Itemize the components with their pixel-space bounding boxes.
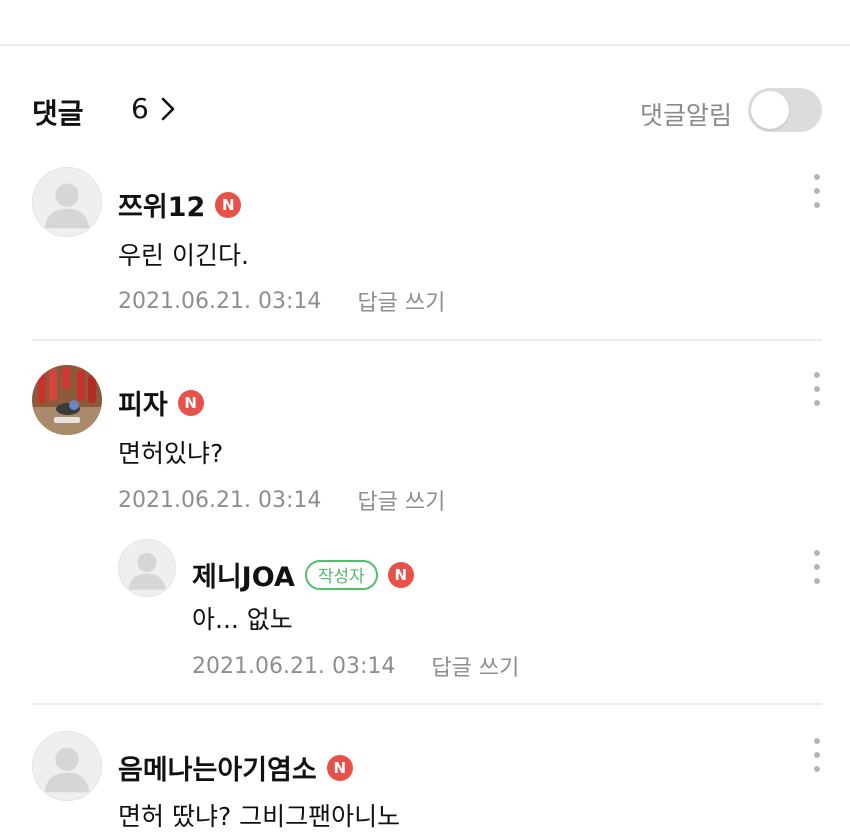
avatar[interactable] <box>32 167 102 237</box>
reply-text: 아... 없노 <box>192 605 293 634</box>
more-options-icon[interactable] <box>805 171 829 211</box>
chevron-right-icon[interactable] <box>160 96 176 122</box>
reply-header: 제니JOA 작성자 N <box>192 555 414 594</box>
top-divider <box>0 44 850 46</box>
comments-count[interactable]: 6 <box>131 92 149 125</box>
reply-date: 2021.06.21. 03:14 <box>192 653 396 679</box>
comment-header: 쯔위12 N <box>118 185 242 224</box>
nickname[interactable]: 쯔위12 <box>118 185 205 224</box>
profile-photo <box>32 365 102 435</box>
comments-title[interactable]: 댓글 <box>32 92 84 132</box>
comment-header: 음메나는아기염소 N <box>118 748 353 787</box>
comment-divider <box>32 703 822 705</box>
more-options-icon[interactable] <box>805 369 829 409</box>
nickname[interactable]: 음메나는아기염소 <box>118 748 317 787</box>
comments-header: 댓글 6 댓글알림 <box>32 88 822 134</box>
comment-meta: 2021.06.21. 03:14 답글 쓰기 <box>118 484 445 516</box>
default-avatar-icon <box>119 540 175 596</box>
reply-button[interactable]: 답글 쓰기 <box>357 484 445 516</box>
comment-text: 우린 이긴다. <box>118 241 249 270</box>
nickname[interactable]: 제니JOA <box>192 555 295 594</box>
reply-button[interactable]: 답글 쓰기 <box>431 650 519 682</box>
new-badge: N <box>326 754 353 781</box>
default-avatar-icon <box>33 168 101 236</box>
comment-alarm-label: 댓글알림 <box>639 101 732 130</box>
new-badge: N <box>215 191 242 218</box>
comment-divider <box>32 339 822 341</box>
more-options-icon[interactable] <box>805 547 829 587</box>
comment-text: 면허있냐? <box>118 439 224 468</box>
default-avatar-icon <box>33 732 101 800</box>
reply-meta: 2021.06.21. 03:14 답글 쓰기 <box>192 650 519 682</box>
reply-button[interactable]: 답글 쓰기 <box>357 285 445 317</box>
toggle-knob <box>751 91 789 129</box>
comment-header: 피자 N <box>118 383 204 422</box>
comment-date: 2021.06.21. 03:14 <box>118 288 322 314</box>
nickname[interactable]: 피자 <box>118 383 168 422</box>
author-badge: 작성자 <box>304 559 378 590</box>
new-badge: N <box>177 389 204 416</box>
avatar-photo[interactable] <box>32 365 102 435</box>
comment-date: 2021.06.21. 03:14 <box>118 487 322 513</box>
comment-meta: 2021.06.21. 03:14 답글 쓰기 <box>118 285 445 317</box>
new-badge: N <box>387 561 414 588</box>
more-options-icon[interactable] <box>805 735 829 775</box>
comment-alarm-toggle[interactable] <box>748 88 822 132</box>
avatar[interactable] <box>118 539 176 597</box>
avatar[interactable] <box>32 731 102 801</box>
